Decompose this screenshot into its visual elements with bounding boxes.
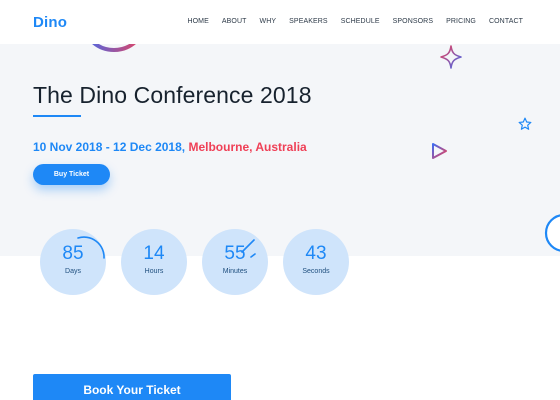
nav-pricing[interactable]: PRICING — [446, 18, 476, 25]
mini-arc-icon — [77, 236, 105, 259]
book-ticket-button[interactable]: Book Your Ticket — [33, 374, 231, 400]
countdown-label: Minutes — [222, 268, 248, 275]
nav-sponsors[interactable]: SPONSORS — [393, 18, 433, 25]
countdown-seconds: 43 Seconds — [283, 229, 349, 295]
nav-why[interactable]: WHY — [260, 18, 277, 25]
nav-menu: HOME ABOUT WHY SPEAKERS SCHEDULE SPONSOR… — [187, 18, 523, 25]
nav-speakers[interactable]: SPEAKERS — [289, 18, 328, 25]
play-triangle-icon — [432, 143, 447, 159]
ring-icon — [544, 214, 560, 252]
countdown-value: 43 — [305, 243, 327, 264]
navbar: Dino HOME ABOUT WHY SPEAKERS SCHEDULE SP… — [0, 0, 560, 44]
star-outline-icon — [518, 117, 532, 130]
countdown-label: Days — [65, 268, 81, 275]
nav-home[interactable]: HOME — [187, 18, 208, 25]
gradient-arc-icon — [92, 44, 136, 52]
star-4point-icon — [440, 45, 462, 69]
date-range: 10 Nov 2018 - 12 Dec 2018 — [33, 140, 182, 154]
page-title: The Dino Conference 2018 — [33, 82, 312, 108]
dash-icon — [241, 239, 256, 258]
event-dates: 10 Nov 2018 - 12 Dec 2018, Melbourne, Au… — [33, 140, 307, 154]
countdown-label: Hours — [144, 268, 164, 275]
nav-about[interactable]: ABOUT — [222, 18, 247, 25]
countdown-value: 14 — [143, 243, 165, 264]
nav-schedule[interactable]: SCHEDULE — [341, 18, 380, 25]
buy-ticket-button[interactable]: Buy Ticket — [33, 164, 110, 185]
countdown-label: Seconds — [302, 268, 330, 275]
event-location: Melbourne, Australia — [185, 140, 307, 154]
countdown-hours: 14 Hours — [121, 229, 187, 295]
title-underline — [33, 115, 81, 117]
logo[interactable]: Dino — [33, 14, 67, 31]
nav-contact[interactable]: CONTACT — [489, 18, 523, 25]
